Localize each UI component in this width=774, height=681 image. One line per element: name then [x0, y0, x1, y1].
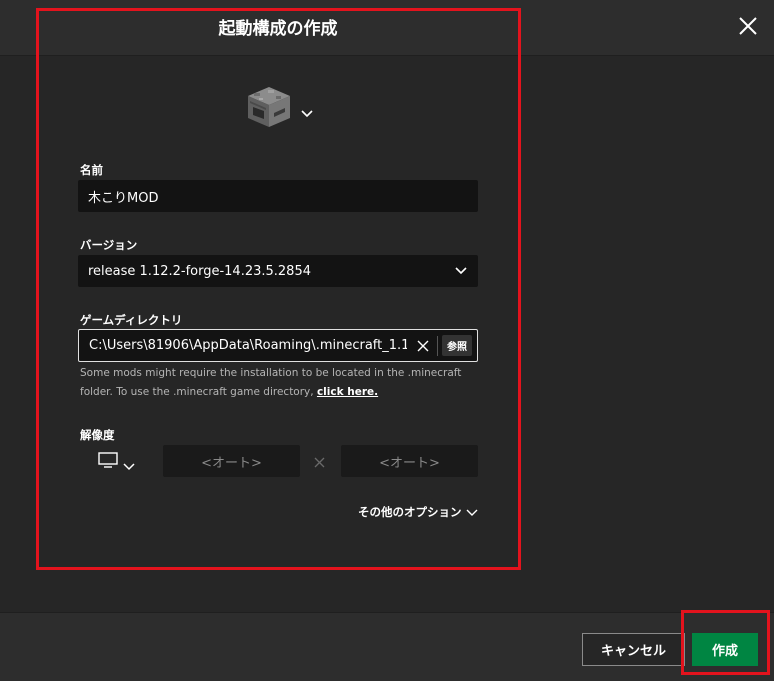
dialog-title: 起動構成の作成: [218, 19, 338, 39]
close-button[interactable]: [734, 12, 762, 40]
profile-icon-dropdown[interactable]: [300, 103, 314, 118]
chevron-down-icon: [301, 110, 313, 118]
name-label: 名前: [80, 163, 103, 177]
directory-hint: Some mods might require the installation…: [80, 364, 480, 401]
directory-hint-text: Some mods might require the installation…: [80, 367, 462, 398]
more-options-label: その他のオプション: [358, 505, 462, 519]
resolution-width-placeholder: <オート>: [201, 455, 262, 471]
monitor-preset-dropdown[interactable]: [123, 456, 135, 471]
more-options-toggle[interactable]: その他のオプション: [358, 503, 478, 521]
close-icon: [739, 17, 757, 35]
divider: [437, 336, 438, 356]
cancel-button[interactable]: キャンセル: [582, 633, 685, 666]
resolution-label: 解像度: [80, 428, 115, 442]
monitor-icon: [98, 452, 118, 468]
furnace-block-icon: [248, 87, 290, 127]
resolution-separator-icon: [313, 454, 326, 468]
name-input[interactable]: 木こりMOD: [78, 180, 478, 212]
directory-input[interactable]: C:\Users\81906\AppData\Roaming\.minecraf…: [78, 329, 478, 362]
directory-label: ゲームディレクトリ: [80, 313, 183, 327]
resolution-height-input[interactable]: <オート>: [341, 445, 478, 477]
name-input-value: 木こりMOD: [88, 190, 159, 206]
chevron-down-icon: [455, 267, 467, 275]
chevron-down-icon: [123, 463, 135, 471]
resolution-width-input[interactable]: <オート>: [163, 445, 300, 477]
profile-icon-button[interactable]: [246, 85, 292, 129]
create-button[interactable]: 作成: [692, 633, 758, 666]
clear-directory-button[interactable]: [416, 339, 430, 353]
resolution-height-placeholder: <オート>: [379, 455, 440, 471]
version-select-value: release 1.12.2-forge-14.23.5.2854: [88, 263, 311, 279]
version-select[interactable]: release 1.12.2-forge-14.23.5.2854: [78, 255, 478, 287]
chevron-down-icon: [466, 509, 477, 516]
monitor-preset-button[interactable]: [98, 452, 118, 469]
directory-input-value: C:\Users\81906\AppData\Roaming\.minecraf…: [89, 338, 407, 353]
clear-icon: [417, 340, 429, 352]
click-here-link[interactable]: click here.: [317, 386, 378, 398]
browse-button[interactable]: 参照: [442, 335, 472, 356]
version-label: バージョン: [80, 238, 138, 252]
